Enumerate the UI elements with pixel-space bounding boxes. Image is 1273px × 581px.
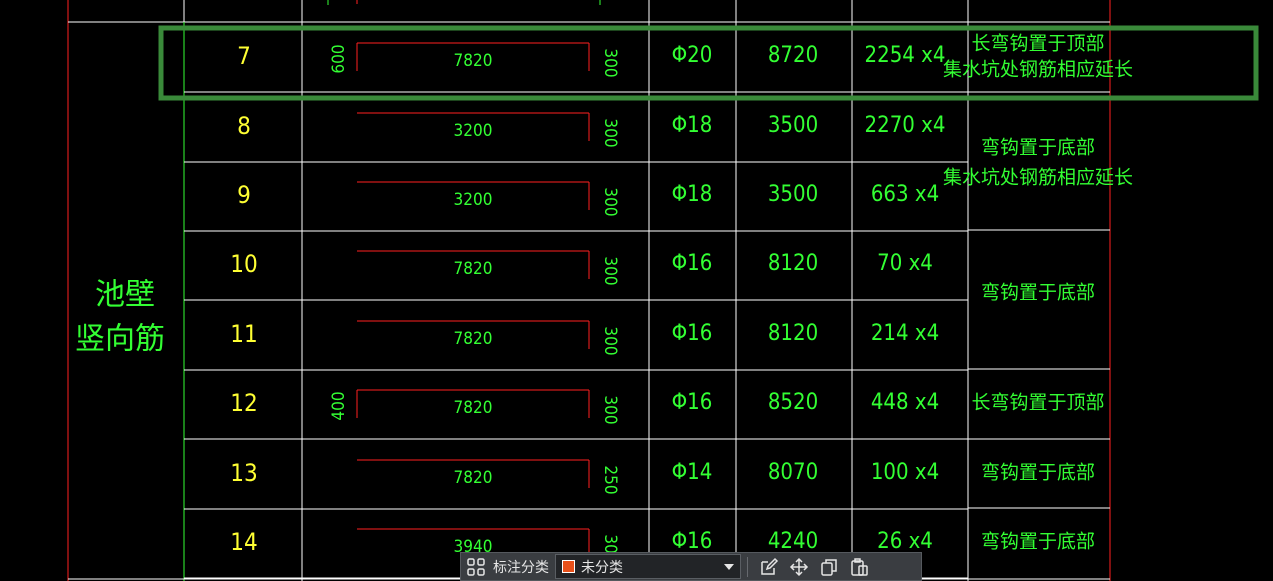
row-number: 11 bbox=[230, 320, 257, 348]
row-number: 10 bbox=[230, 250, 257, 278]
rebar-remark-merged: 弯钩置于底部 bbox=[981, 137, 1095, 159]
rebar-length: 7820 bbox=[454, 259, 493, 279]
rebar-remark: 弯钩置于底部 bbox=[981, 461, 1095, 483]
rebar-total-length: 8720 bbox=[768, 43, 818, 68]
rebar-total-length: 8120 bbox=[768, 321, 818, 346]
rebar-remark: 集水坑处钢筋相应延长 bbox=[943, 58, 1133, 80]
rebar-diameter: Φ18 bbox=[672, 182, 713, 207]
rebar-remark: 长弯钩置于顶部 bbox=[971, 32, 1104, 54]
annotation-toolbar: 标注分类 未分类 bbox=[460, 552, 922, 581]
rebar-count: 100 x4 bbox=[871, 460, 939, 485]
rebar-right-dim: 300 bbox=[600, 395, 620, 424]
rebar-length: 7820 bbox=[454, 398, 493, 418]
rebar-remark: 弯钩置于底部 bbox=[981, 530, 1095, 552]
category-color-swatch bbox=[562, 560, 575, 573]
group-label-line1: 池壁 bbox=[95, 278, 155, 313]
rebar-right-dim: 300 bbox=[600, 48, 620, 77]
rebar-length: 3200 bbox=[454, 121, 493, 141]
rebar-count: 214 x4 bbox=[871, 321, 939, 346]
rebar-total-length: 8120 bbox=[768, 251, 818, 276]
rebar-diameter: Φ14 bbox=[672, 460, 713, 485]
rebar-count: 26 x4 bbox=[877, 529, 933, 554]
row-number: 8 bbox=[237, 112, 251, 140]
row-number: 12 bbox=[230, 389, 257, 417]
chevron-down-icon bbox=[718, 563, 740, 570]
rebar-remark-merged: 集水坑处钢筋相应延长 bbox=[943, 167, 1133, 189]
rebar-diameter: Φ16 bbox=[672, 390, 713, 415]
rebar-count: 2254 x4 bbox=[865, 43, 946, 68]
rebar-right-dim: 300 bbox=[600, 256, 620, 285]
row-number: 14 bbox=[230, 528, 257, 556]
rebar-length: 7820 bbox=[454, 51, 493, 71]
move-icon[interactable] bbox=[784, 552, 814, 581]
cad-drawing-canvas[interactable]: 池壁竖向筋7 7820 300600 Φ20 8720 2254 x4 长弯钩置于顶部集水坑… bbox=[0, 0, 1273, 581]
copy-icon[interactable] bbox=[814, 552, 844, 581]
category-select-value: 未分类 bbox=[581, 559, 623, 576]
rebar-remark-merged: 弯钩置于底部 bbox=[981, 282, 1095, 304]
grid-icon[interactable] bbox=[461, 552, 491, 581]
group-label-line2: 竖向筋 bbox=[75, 322, 165, 357]
rebar-total-length: 8070 bbox=[768, 460, 818, 485]
rebar-total-length: 8520 bbox=[768, 390, 818, 415]
rebar-count: 448 x4 bbox=[871, 390, 939, 415]
rebar-total-length: 3500 bbox=[768, 182, 818, 207]
rebar-length: 3200 bbox=[454, 190, 493, 210]
rebar-count: 2270 x4 bbox=[865, 113, 946, 138]
rebar-left-dim: 600 bbox=[329, 44, 349, 73]
rebar-right-dim: 300 bbox=[600, 187, 620, 216]
rebar-diameter: Φ18 bbox=[672, 113, 713, 138]
row-number: 13 bbox=[230, 459, 257, 487]
category-select[interactable]: 未分类 bbox=[555, 554, 741, 579]
toolbar-divider bbox=[747, 556, 748, 577]
rebar-left-dim: 400 bbox=[329, 391, 349, 420]
rebar-right-dim: 300 bbox=[600, 118, 620, 147]
rebar-count: 70 x4 bbox=[877, 251, 933, 276]
edit-icon[interactable] bbox=[754, 552, 784, 581]
rebar-right-dim: 250 bbox=[600, 465, 620, 494]
rebar-right-dim: 300 bbox=[600, 326, 620, 355]
paste-icon[interactable] bbox=[844, 552, 874, 581]
rebar-total-length: 3500 bbox=[768, 113, 818, 138]
rebar-diameter: Φ20 bbox=[672, 43, 713, 68]
rebar-remark: 长弯钩置于顶部 bbox=[971, 391, 1104, 413]
category-label: 标注分类 bbox=[493, 559, 549, 576]
rebar-diameter: Φ16 bbox=[672, 321, 713, 346]
rebar-length: 7820 bbox=[454, 329, 493, 349]
rebar-count: 663 x4 bbox=[871, 182, 939, 207]
row-number: 9 bbox=[237, 181, 251, 209]
rebar-diameter: Φ16 bbox=[672, 529, 713, 554]
rebar-total-length: 4240 bbox=[768, 529, 818, 554]
row-number: 7 bbox=[237, 42, 251, 70]
rebar-diameter: Φ16 bbox=[672, 251, 713, 276]
rebar-length: 7820 bbox=[454, 468, 493, 488]
